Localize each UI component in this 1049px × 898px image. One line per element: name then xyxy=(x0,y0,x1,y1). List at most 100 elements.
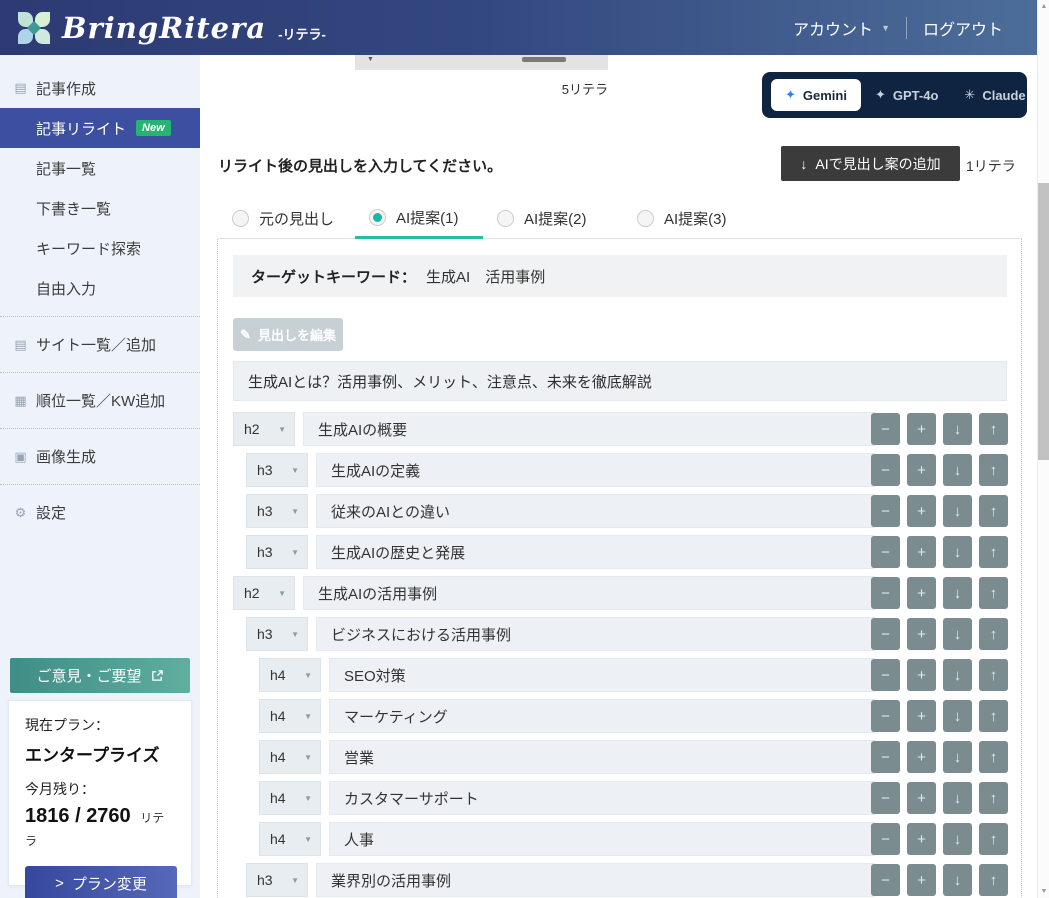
sidebar-item[interactable]: ▣ 画像生成 xyxy=(0,428,200,476)
model-option[interactable]: ✦ Gemini xyxy=(771,79,861,111)
heading-text-field[interactable]: 生成AIの歴史と発展 xyxy=(316,535,875,569)
move-down-button[interactable]: ↓ xyxy=(943,782,972,814)
heading-text-field[interactable]: 生成AIの活用事例 xyxy=(303,576,875,610)
move-up-button[interactable]: ↑ xyxy=(979,823,1008,855)
heading-text-field[interactable]: ビジネスにおける活用事例 xyxy=(316,617,875,651)
brand-logo[interactable]: BringRitera -リテラ- xyxy=(16,10,326,46)
model-option[interactable]: ✦ GPT-4o xyxy=(863,79,950,111)
move-down-button[interactable]: ↓ xyxy=(943,741,972,773)
add-heading-button[interactable]: + xyxy=(907,495,936,527)
heading-text-field[interactable]: 営業 xyxy=(329,740,875,774)
remove-heading-button[interactable]: − xyxy=(871,413,900,445)
remove-heading-button[interactable]: − xyxy=(871,823,900,855)
add-heading-button[interactable]: + xyxy=(907,864,936,896)
move-down-button[interactable]: ↓ xyxy=(943,495,972,527)
heading-level-select[interactable]: h3 ▼ xyxy=(246,453,308,487)
sidebar-item[interactable]: 自由入力 xyxy=(0,268,200,308)
move-down-button[interactable]: ↓ xyxy=(943,413,972,445)
heading-level-select[interactable]: h2 ▼ xyxy=(233,412,295,446)
add-heading-button[interactable]: + xyxy=(907,782,936,814)
move-up-button[interactable]: ↑ xyxy=(979,741,1008,773)
change-plan-button[interactable]: > プラン変更 xyxy=(25,866,177,898)
heading-level-select[interactable]: h2 ▼ xyxy=(233,576,295,610)
remove-heading-button[interactable]: − xyxy=(871,618,900,650)
heading-level-select[interactable]: h4 ▼ xyxy=(259,658,321,692)
heading-level-select[interactable]: h3 ▼ xyxy=(246,535,308,569)
heading-text-field[interactable]: 人事 xyxy=(329,822,875,856)
heading-text-field[interactable]: 生成AIの概要 xyxy=(303,412,875,446)
add-heading-button[interactable]: + xyxy=(907,413,936,445)
sidebar-item[interactable]: ⚙ 設定 xyxy=(0,484,200,532)
sidebar-item[interactable]: 下書き一覧 xyxy=(0,188,200,228)
sidebar-item[interactable]: ▤ サイト一覧／追加 xyxy=(0,316,200,364)
heading-level-select[interactable]: h3 ▼ xyxy=(246,617,308,651)
article-title-field[interactable]: 生成AIとは？活用事例、メリット、注意点、未来を徹底解説 xyxy=(233,361,1007,401)
remove-heading-button[interactable]: − xyxy=(871,864,900,896)
move-down-button[interactable]: ↓ xyxy=(943,618,972,650)
add-heading-button[interactable]: + xyxy=(907,454,936,486)
vertical-scrollbar[interactable]: ▲ ▼ xyxy=(1037,0,1049,898)
add-heading-button[interactable]: + xyxy=(907,659,936,691)
move-down-button[interactable]: ↓ xyxy=(943,823,972,855)
heading-level-select[interactable]: h3 ▼ xyxy=(246,863,308,897)
move-down-button[interactable]: ↓ xyxy=(943,864,972,896)
heading-level-select[interactable]: h4 ▼ xyxy=(259,699,321,733)
move-up-button[interactable]: ↑ xyxy=(979,495,1008,527)
add-heading-button[interactable]: + xyxy=(907,577,936,609)
proposal-tab[interactable]: AI提案(3) xyxy=(623,198,773,239)
remove-heading-button[interactable]: − xyxy=(871,454,900,486)
move-up-button[interactable]: ↑ xyxy=(979,618,1008,650)
move-down-button[interactable]: ↓ xyxy=(943,700,972,732)
heading-text-field[interactable]: 生成AIの定義 xyxy=(316,453,875,487)
move-up-button[interactable]: ↑ xyxy=(979,454,1008,486)
heading-text-field[interactable]: 業界別の活用事例 xyxy=(316,863,875,897)
scroll-up-arrow-icon[interactable]: ▲ xyxy=(1038,3,1049,10)
add-heading-button[interactable]: + xyxy=(907,536,936,568)
move-up-button[interactable]: ↑ xyxy=(979,782,1008,814)
edit-headings-button[interactable]: ✎ 見出しを編集 xyxy=(233,318,343,351)
proposal-tab[interactable]: 元の見出し xyxy=(218,198,355,239)
heading-text-field[interactable]: カスタマーサポート xyxy=(329,781,875,815)
add-heading-button[interactable]: + xyxy=(907,700,936,732)
scrolled-out-button[interactable]: ▼ xyxy=(355,55,608,70)
move-up-button[interactable]: ↑ xyxy=(979,577,1008,609)
add-heading-button[interactable]: + xyxy=(907,618,936,650)
scrollbar-thumb[interactable] xyxy=(1038,183,1049,460)
heading-level-select[interactable]: h4 ▼ xyxy=(259,781,321,815)
feedback-button[interactable]: ご意見・ご要望 xyxy=(10,658,190,693)
move-up-button[interactable]: ↑ xyxy=(979,659,1008,691)
scroll-down-arrow-icon[interactable]: ▼ xyxy=(1038,888,1049,895)
heading-text-field[interactable]: SEO対策 xyxy=(329,658,875,692)
add-heading-button[interactable]: + xyxy=(907,741,936,773)
move-down-button[interactable]: ↓ xyxy=(943,536,972,568)
move-down-button[interactable]: ↓ xyxy=(943,577,972,609)
remove-heading-button[interactable]: − xyxy=(871,659,900,691)
heading-level-select[interactable]: h4 ▼ xyxy=(259,740,321,774)
move-up-button[interactable]: ↑ xyxy=(979,536,1008,568)
heading-text-field[interactable]: 従来のAIとの違い xyxy=(316,494,875,528)
proposal-tab[interactable]: AI提案(1) xyxy=(355,198,483,239)
model-option[interactable]: ✳ Claude xyxy=(952,79,1037,111)
logout-link[interactable]: ログアウト xyxy=(923,16,1003,40)
heading-level-select[interactable]: h3 ▼ xyxy=(246,494,308,528)
remove-heading-button[interactable]: − xyxy=(871,700,900,732)
sidebar-item[interactable]: ▦ 順位一覧／KW追加 xyxy=(0,372,200,420)
move-down-button[interactable]: ↓ xyxy=(943,454,972,486)
remove-heading-button[interactable]: − xyxy=(871,495,900,527)
heading-text-field[interactable]: マーケティング xyxy=(329,699,875,733)
sidebar-item[interactable]: 記事一覧 xyxy=(0,148,200,188)
remove-heading-button[interactable]: − xyxy=(871,577,900,609)
add-heading-button[interactable]: + xyxy=(907,823,936,855)
sidebar-item[interactable]: キーワード探索 xyxy=(0,228,200,268)
move-up-button[interactable]: ↑ xyxy=(979,700,1008,732)
sidebar-item[interactable]: ▤ 記事作成 xyxy=(0,68,200,108)
ai-add-headings-button[interactable]: ↓ AIで見出し案の追加 xyxy=(781,146,960,181)
proposal-tab[interactable]: AI提案(2) xyxy=(483,198,623,239)
account-menu[interactable]: アカウント ▼ xyxy=(793,16,890,40)
heading-level-select[interactable]: h4 ▼ xyxy=(259,822,321,856)
move-down-button[interactable]: ↓ xyxy=(943,659,972,691)
move-up-button[interactable]: ↑ xyxy=(979,864,1008,896)
move-up-button[interactable]: ↑ xyxy=(979,413,1008,445)
sidebar-item[interactable]: 記事リライト New xyxy=(0,108,200,148)
remove-heading-button[interactable]: − xyxy=(871,741,900,773)
